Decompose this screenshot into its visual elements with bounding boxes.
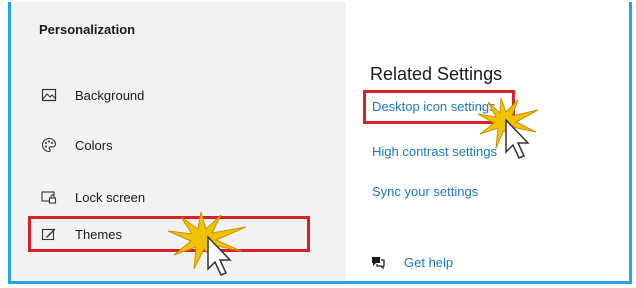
- image-icon: [41, 87, 57, 103]
- sidebar: Personalization Background Colors Lock s…: [11, 2, 346, 281]
- sidebar-item-label: Themes: [75, 226, 122, 242]
- related-settings-title: Related Settings: [370, 64, 503, 84]
- click-burst-icon: [477, 97, 539, 159]
- sync-settings-link[interactable]: Sync your settings: [372, 184, 478, 199]
- lock-screen-icon: [41, 189, 57, 205]
- help-chat-icon: [370, 254, 386, 270]
- themes-icon: [41, 226, 57, 242]
- sidebar-title: Personalization: [39, 22, 136, 37]
- click-burst-icon: [167, 211, 247, 276]
- main-content: Related Settings Desktop icon settings H…: [346, 2, 629, 281]
- settings-window: Personalization Background Colors Lock s…: [8, 2, 632, 284]
- sidebar-item-label: Colors: [75, 137, 113, 153]
- sidebar-item-colors[interactable]: Colors: [37, 130, 307, 160]
- sidebar-item-label: Background: [75, 87, 145, 103]
- sidebar-item-label: Lock screen: [75, 189, 146, 205]
- get-help-link[interactable]: Get help: [370, 254, 453, 270]
- palette-icon: [41, 137, 57, 153]
- sidebar-item-background[interactable]: Background: [37, 80, 307, 110]
- get-help-label: Get help: [404, 254, 454, 270]
